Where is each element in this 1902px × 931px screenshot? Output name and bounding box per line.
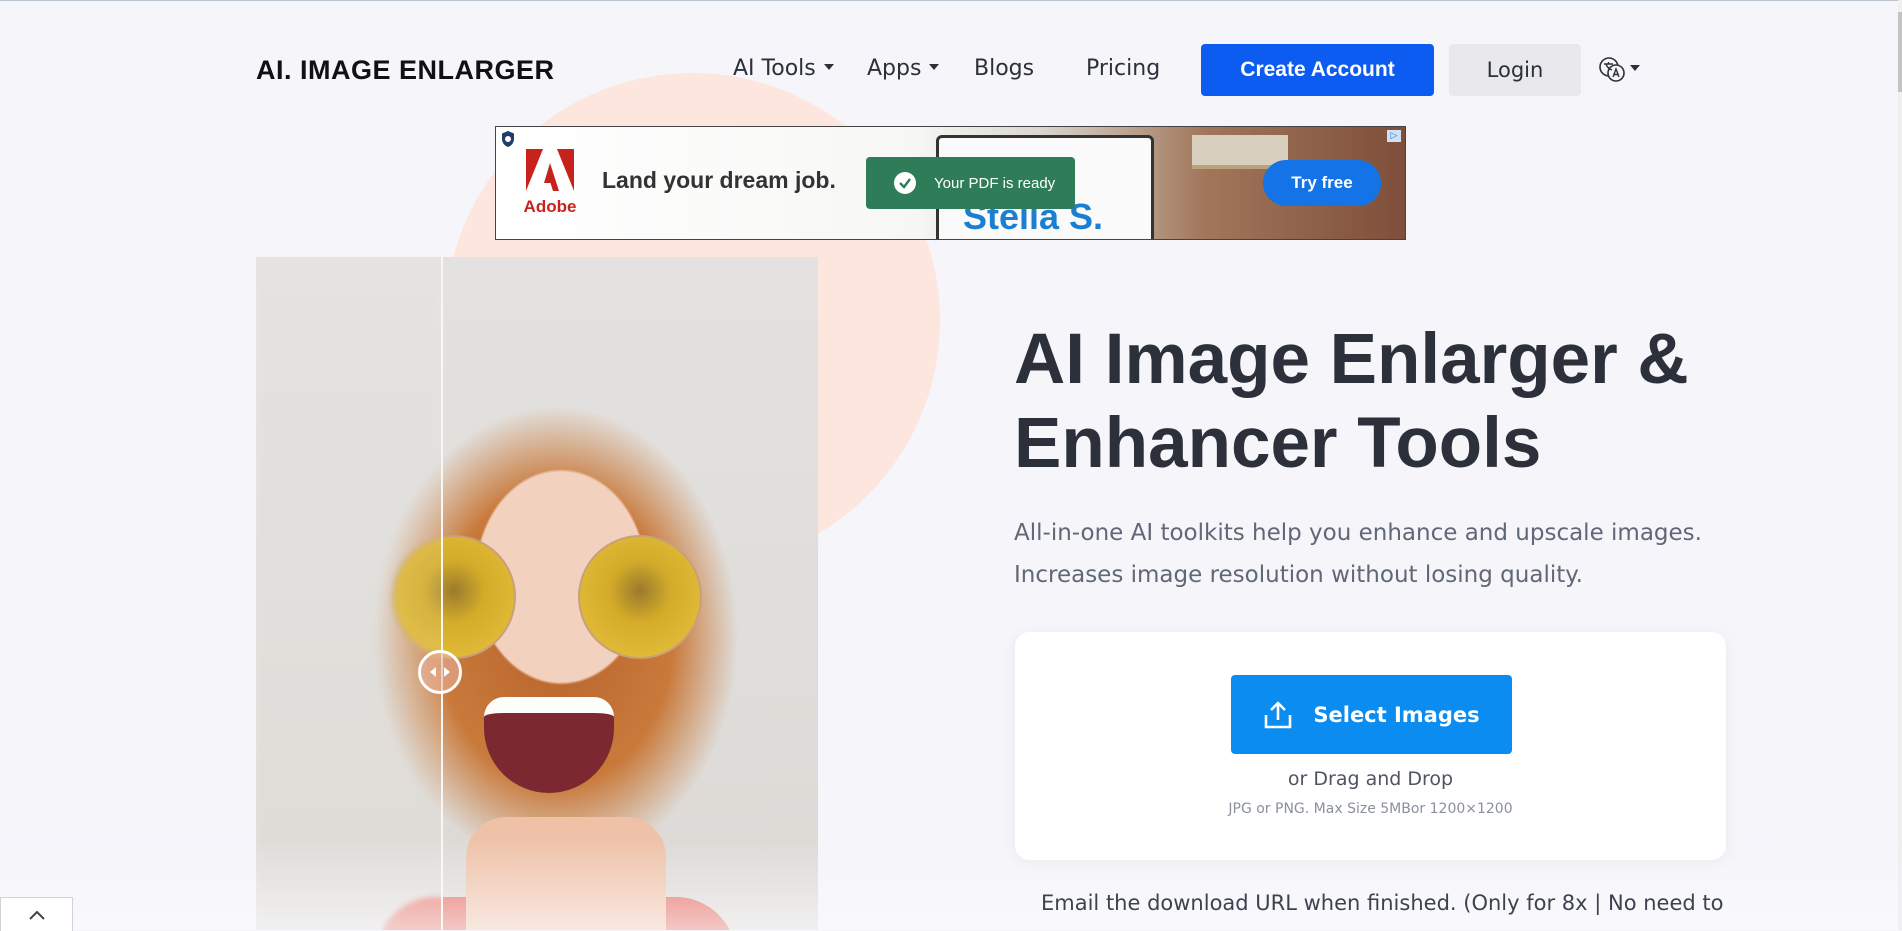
bottom-fade [0,838,1902,930]
nav-apps[interactable]: Apps [867,56,940,81]
ad-choices-icon[interactable]: ▷ [1387,130,1401,142]
ad-headline: Land your dream job. [602,167,836,193]
before-blurred-half [256,257,442,930]
nav-blogs-label: Blogs [974,56,1035,81]
login-button[interactable]: Login [1449,44,1581,96]
caret-down-icon [929,64,940,70]
top-border [0,0,1902,1]
before-after-image[interactable] [256,257,818,930]
select-images-button[interactable]: Select Images [1231,675,1512,754]
adobe-logo: Adobe [520,149,580,217]
compare-slider-handle[interactable] [418,650,462,694]
globe-translate-icon [1599,57,1625,82]
nav-blogs[interactable]: Blogs [974,56,1034,81]
nav-ai-tools-label: AI Tools [733,56,816,81]
caret-down-icon [823,64,834,70]
portrait-mouth [484,697,614,793]
ad-pdf-toast: Your PDF is ready [866,157,1075,209]
ad-shield-icon [502,131,514,147]
nav-pricing[interactable]: Pricing [1086,56,1160,81]
caret-down-icon [1630,65,1640,71]
ad-toast-text: Your PDF is ready [934,174,1056,192]
create-account-button[interactable]: Create Account [1201,44,1434,96]
scroll-to-top-button[interactable] [0,897,73,931]
email-notification-text: Email the download URL when finished. (O… [1041,891,1724,915]
drag-drop-text: or Drag and Drop [1287,768,1454,790]
adobe-a-icon [526,149,574,191]
language-selector[interactable] [1598,56,1640,84]
nav-apps-label: Apps [867,56,922,81]
upload-hint-text: JPG or PNG. Max Size 5MBor 1200×1200 [1228,801,1513,817]
upload-card[interactable]: Select Images or Drag and Drop JPG or PN… [1015,632,1726,860]
checkmark-icon [894,172,916,194]
nav-ai-tools[interactable]: AI Tools [733,56,834,81]
upload-icon [1265,701,1292,728]
page-scrollbar-track[interactable] [1898,0,1902,930]
site-logo[interactable]: AI. IMAGE ENLARGER [256,55,555,86]
page-scrollbar-thumb[interactable] [1898,12,1902,92]
select-images-label: Select Images [1313,702,1480,727]
chevron-up-icon [28,910,45,920]
hero-title: AI Image Enlarger & Enhancer Tools [1014,320,1689,483]
nav-pricing-label: Pricing [1086,56,1161,81]
ad-try-free-button[interactable]: Try free [1263,160,1381,206]
hero-subtitle: All-in-one AI toolkits help you enhance … [1014,520,1702,588]
ad-banner[interactable]: ▷ Adobe Land your dream job. Stella S. Y… [495,126,1406,240]
sunglasses-right-lens [578,535,702,659]
compare-divider-line[interactable] [441,257,443,930]
adobe-brand-text: Adobe [523,197,577,216]
left-right-arrows-icon [430,667,450,677]
